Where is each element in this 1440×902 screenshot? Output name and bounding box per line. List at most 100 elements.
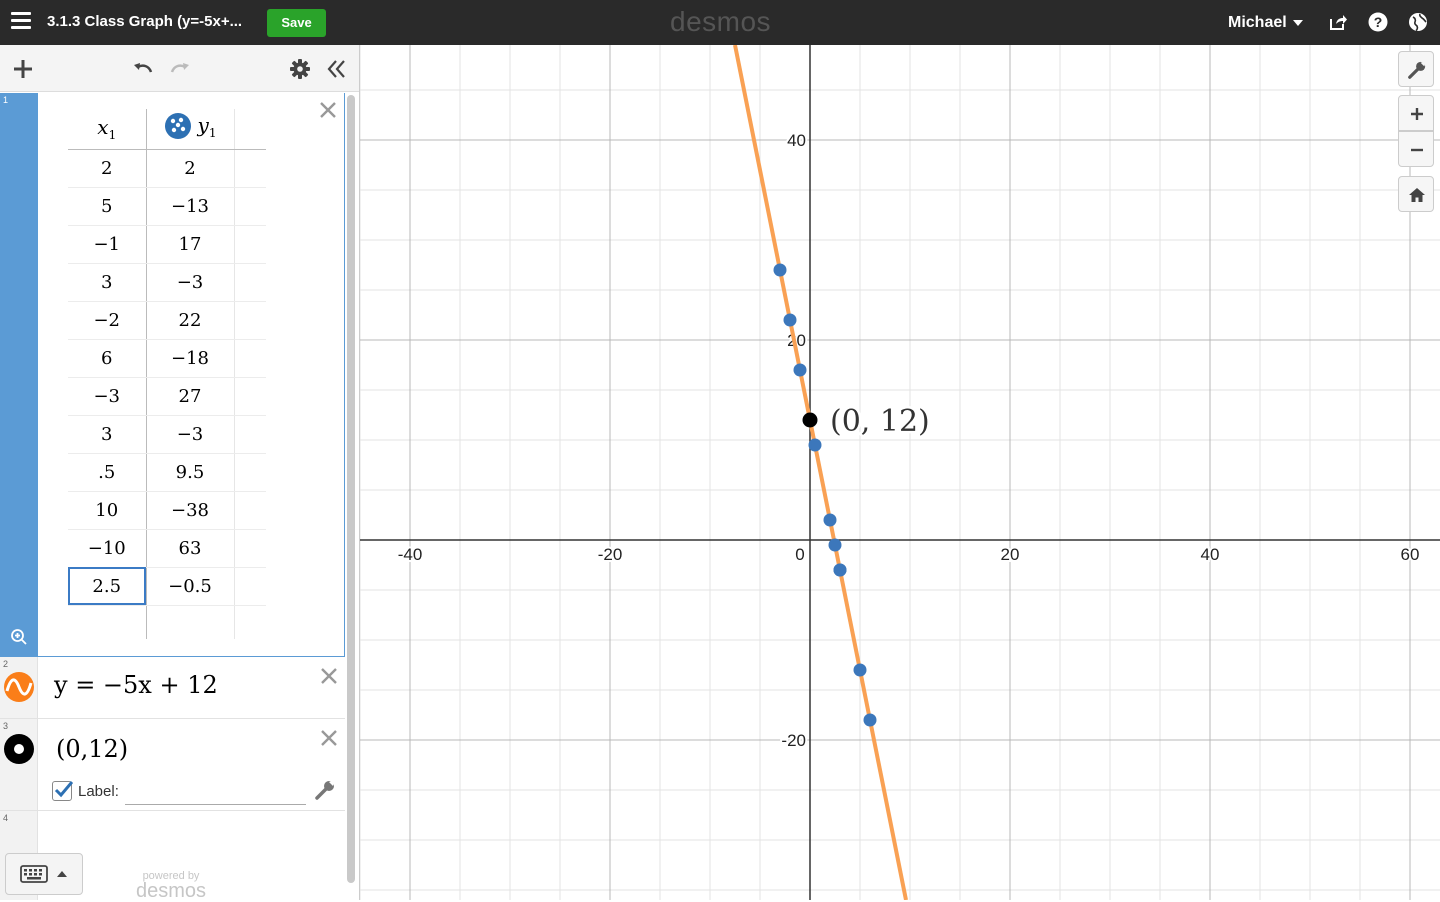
line-equation[interactable]: y = −5x + 12 <box>54 671 218 699</box>
wrench-icon[interactable] <box>314 779 336 801</box>
points-style-icon[interactable] <box>164 112 192 140</box>
table-cell-y[interactable]: −0.5 <box>146 567 235 606</box>
table-cell-y[interactable]: 63 <box>146 529 235 568</box>
table-cell-x[interactable]: 6 <box>68 339 147 378</box>
caret-down-icon <box>1292 19 1303 26</box>
keyboard-icon <box>20 865 48 883</box>
table-cell-empty[interactable] <box>234 301 266 340</box>
collapse-panel-icon[interactable] <box>325 57 349 81</box>
table-cell-x[interactable]: 5 <box>68 187 147 226</box>
table-cell-x[interactable] <box>68 605 147 639</box>
table-cell-empty[interactable] <box>234 187 266 226</box>
x-tick-label: -20 <box>598 545 623 564</box>
table-cell-empty[interactable] <box>234 567 266 606</box>
graph-title[interactable]: 3.1.3 Class Graph (y=-5x+... <box>47 13 242 30</box>
table-row: 6 −18 <box>68 339 266 378</box>
table-data-point <box>823 513 837 527</box>
zoom-out-button[interactable] <box>1398 131 1434 167</box>
point-color-icon[interactable] <box>3 733 35 765</box>
table-cell-x[interactable]: 2.5 <box>68 567 147 606</box>
graph-settings-button[interactable] <box>1398 51 1434 87</box>
table-cell-y[interactable]: −3 <box>146 415 235 454</box>
label-input[interactable] <box>125 783 306 805</box>
table-row: 22 <box>68 149 266 188</box>
graph-svg[interactable]: -40 -20 0 20 40 604020-20(0, 12) <box>360 45 1440 900</box>
table-cell-empty[interactable] <box>234 415 266 454</box>
table-row: .5 9.5 <box>68 453 266 492</box>
table-cell-x[interactable]: 2 <box>68 149 147 188</box>
point-expression-text[interactable]: (0,12) <box>56 735 128 763</box>
save-button[interactable]: Save <box>267 9 326 37</box>
expression-gutter[interactable]: 1 <box>0 93 38 656</box>
table-cell-empty[interactable] <box>234 149 266 188</box>
table-cell-y[interactable]: −18 <box>146 339 235 378</box>
table-cell-y[interactable]: −38 <box>146 491 235 530</box>
zoom-in-button[interactable] <box>1398 95 1434 131</box>
delete-expression-icon[interactable] <box>318 100 338 120</box>
table-cell-empty[interactable] <box>234 453 266 492</box>
line-plot <box>733 45 908 900</box>
table-cell-empty[interactable] <box>234 491 266 530</box>
table-data-point <box>808 438 822 452</box>
keyboard-toggle-button[interactable] <box>5 853 83 895</box>
column-header-y[interactable]: y1 <box>146 109 235 150</box>
table-cell-y[interactable]: 9.5 <box>146 453 235 492</box>
table-cell-x[interactable]: .5 <box>68 453 147 492</box>
table-cell-x[interactable]: −2 <box>68 301 147 340</box>
x-tick-label: 20 <box>1001 545 1020 564</box>
y-tick-label: 40 <box>787 131 806 150</box>
table-cell-y[interactable]: 22 <box>146 301 235 340</box>
y-header-var: y <box>197 112 209 137</box>
share-icon[interactable] <box>1328 12 1348 32</box>
delete-expression-icon[interactable] <box>319 728 339 748</box>
home-icon <box>1409 188 1425 202</box>
table-cell-y[interactable]: −13 <box>146 187 235 226</box>
caret-up-icon <box>57 871 67 877</box>
desmos-logo: desmos <box>670 6 772 37</box>
table-cell-empty[interactable] <box>234 529 266 568</box>
panel-scrollbar[interactable] <box>347 95 355 883</box>
table-cell-y[interactable]: 17 <box>146 225 235 264</box>
table-cell-y[interactable]: −3 <box>146 263 235 302</box>
table-cell-y[interactable]: 2 <box>146 149 235 188</box>
table-expression[interactable]: 1 x1 y1 2 2 5 −13 −1 17 3 −3 −2 22 6 −18 −3 27 3 −3.5 9.… <box>0 93 345 657</box>
globe-icon[interactable] <box>1408 12 1428 32</box>
table-cell-x[interactable]: −10 <box>68 529 147 568</box>
expression-gutter[interactable]: 2 <box>0 657 38 718</box>
zoom-fit-icon[interactable] <box>10 628 28 646</box>
table-cell-y[interactable] <box>146 605 235 639</box>
table-data-point <box>833 563 847 577</box>
table-cell-x[interactable]: −3 <box>68 377 147 416</box>
delete-expression-icon[interactable] <box>319 666 339 686</box>
help-icon[interactable]: ? <box>1368 12 1388 32</box>
settings-gear-icon[interactable] <box>288 57 312 81</box>
wrench-icon <box>1408 61 1426 79</box>
table-empty-row[interactable] <box>68 605 266 639</box>
expression-gutter[interactable]: 3 <box>0 719 38 810</box>
graph-canvas[interactable]: -40 -20 0 20 40 60 40 20 -20 (0, 12) <box>360 45 1440 900</box>
default-view-button[interactable] <box>1398 176 1434 212</box>
table-cell-empty[interactable] <box>234 605 266 639</box>
undo-icon[interactable] <box>131 57 155 81</box>
point-expression[interactable]: 3 (0,12) Label: <box>0 719 345 811</box>
labeled-point <box>802 412 818 428</box>
line-expression[interactable]: 2 y = −5x + 12 <box>0 657 345 719</box>
table-cell-x[interactable]: −1 <box>68 225 147 264</box>
table-cell-empty[interactable] <box>234 225 266 264</box>
table-cell-x[interactable]: 3 <box>68 415 147 454</box>
table-data-point <box>853 663 867 677</box>
table-cell-y[interactable]: 27 <box>146 377 235 416</box>
user-menu[interactable]: Michael <box>1228 14 1303 32</box>
line-color-icon[interactable] <box>3 671 35 703</box>
svg-text:?: ? <box>1374 14 1383 30</box>
label-checkbox[interactable] <box>52 781 73 801</box>
add-expression-icon[interactable] <box>11 57 35 81</box>
table-cell-empty[interactable] <box>234 377 266 416</box>
table-cell-x[interactable]: 10 <box>68 491 147 530</box>
hamburger-menu-icon[interactable] <box>11 12 33 32</box>
table-cell-empty[interactable] <box>234 339 266 378</box>
table-cell-empty[interactable] <box>234 263 266 302</box>
redo-icon[interactable] <box>168 57 192 81</box>
table-cell-x[interactable]: 3 <box>68 263 147 302</box>
column-header-x[interactable]: x1 <box>68 109 147 150</box>
